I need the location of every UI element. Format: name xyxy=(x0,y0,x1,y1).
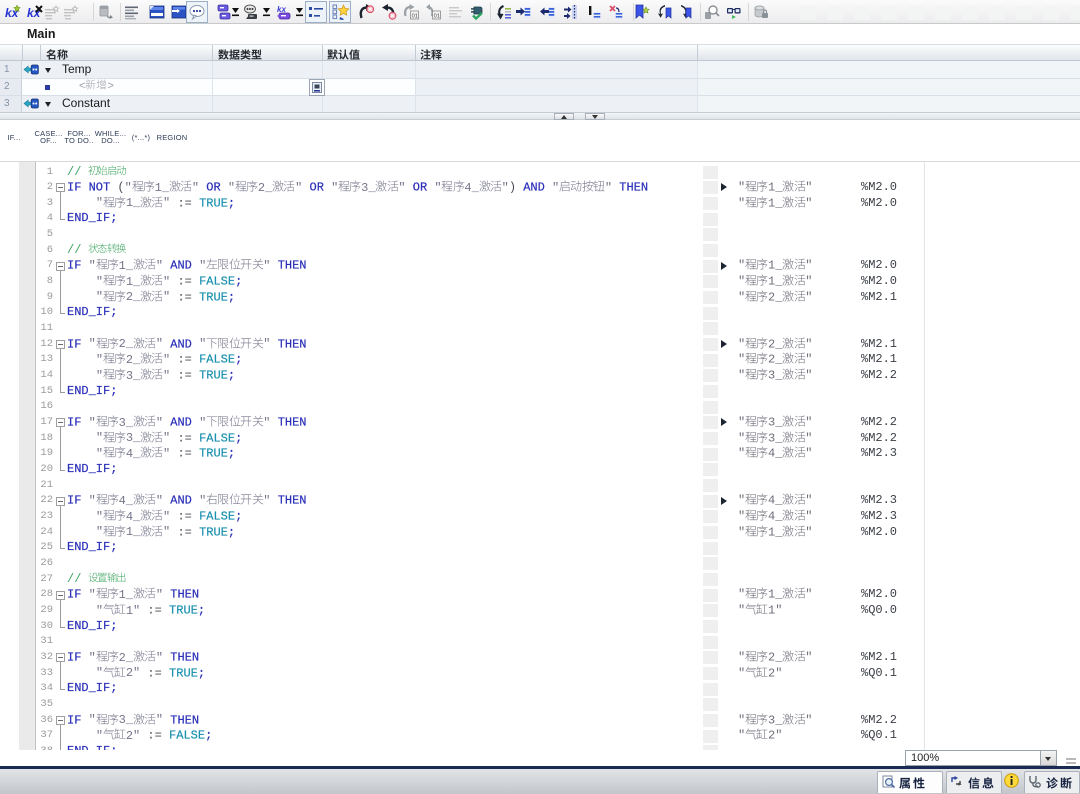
svg-text:01: 01 xyxy=(412,13,418,19)
svg-text:01: 01 xyxy=(434,13,440,19)
